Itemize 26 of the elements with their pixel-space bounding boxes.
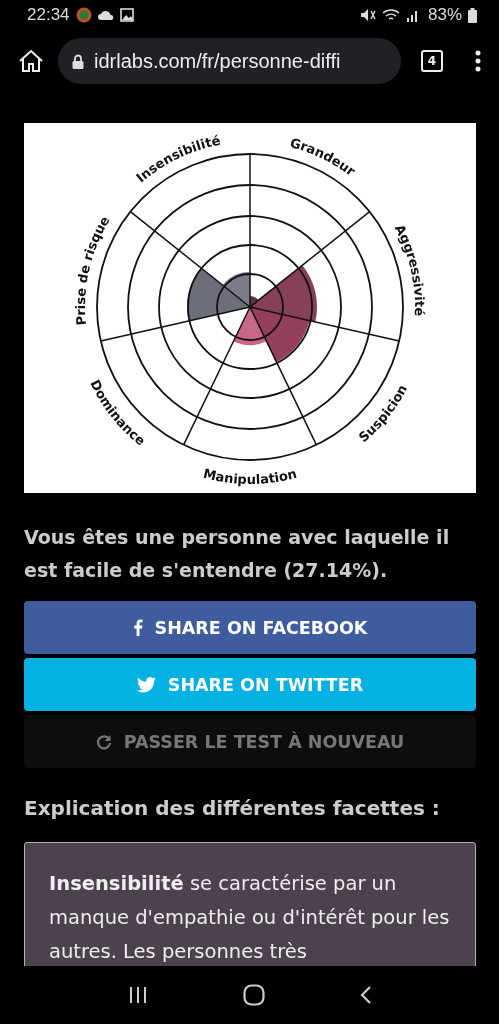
section-heading: Explication des différentes facettes : [24,796,441,820]
bird-icon [136,676,156,693]
result-text: Vous êtes une personne avec laquelle il est facile de s'entendre (27.14%). [24,525,451,583]
back-icon[interactable] [359,985,372,1005]
home-button-icon[interactable] [242,984,265,1006]
image-icon [119,8,134,22]
cloud-icon [97,10,114,20]
tab-switcher-button[interactable]: 4 [421,50,443,72]
menu-icon[interactable] [475,50,481,72]
clock: 22:34 [27,5,70,25]
refresh-icon [95,733,112,750]
lock-icon [72,53,84,69]
app-notification-icon [75,7,92,23]
wifi-icon [381,8,400,22]
home-icon[interactable] [18,49,44,73]
signal-icon [405,8,420,22]
retake-test-button[interactable]: PASSER LE TEST À NOUVEAU [24,715,476,768]
recent-apps-icon[interactable] [127,986,148,1004]
facebook-icon [132,619,143,636]
facet-description: Insensibilité se caractérise par un manque d'empathie ou d'intérêt pour les autres. Les personnes très [49,871,451,965]
axis-label: Manipulation [201,465,299,488]
share-facebook-button[interactable]: SHARE ON FACEBOOK [24,601,476,654]
mute-icon [359,8,376,22]
battery-percent: 83% [427,5,462,25]
address-bar[interactable]: idrlabs.com/fr/personne-diffi [58,38,401,84]
battery-icon [468,7,477,23]
